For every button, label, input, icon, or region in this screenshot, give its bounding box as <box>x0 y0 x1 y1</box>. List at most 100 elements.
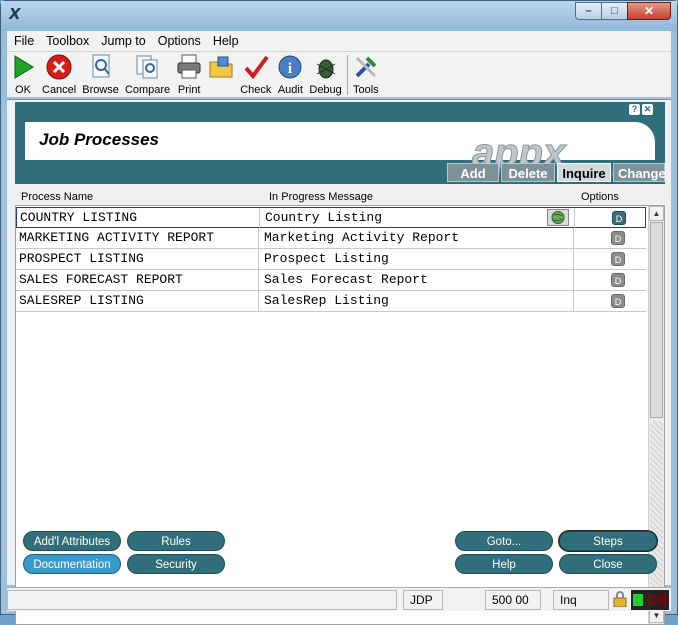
header-message: In Progress Message <box>269 191 373 203</box>
close-icon[interactable]: ✕ <box>642 104 653 115</box>
audit-label: Audit <box>277 84 303 96</box>
message-cell[interactable]: Country Listing <box>265 208 575 228</box>
mode-inquire[interactable]: Inquire <box>557 163 611 182</box>
table-row[interactable]: COUNTRY LISTING Country Listing D <box>16 207 646 228</box>
ok-button[interactable]: OK <box>7 52 39 96</box>
rules-button[interactable]: Rules <box>127 531 225 551</box>
debug-label: Debug <box>309 84 342 96</box>
menu-jump-to[interactable]: Jump to <box>95 34 151 48</box>
tools-button[interactable]: Tools <box>350 52 382 96</box>
globe-icon[interactable] <box>547 209 569 226</box>
audit-button[interactable]: i Audit <box>274 52 306 96</box>
message-cell[interactable]: Sales Forecast Report <box>264 270 574 290</box>
status-lights <box>631 590 669 610</box>
options-cell: D <box>576 249 646 269</box>
mode-delete[interactable]: Delete <box>501 163 555 182</box>
options-cell: D <box>576 291 646 311</box>
print-icon <box>176 54 202 80</box>
process-name-cell[interactable]: SALES FORECAST REPORT <box>19 270 259 290</box>
column-headers: Process Name In Progress Message Options <box>15 191 665 205</box>
option-d-button[interactable]: D <box>611 252 625 266</box>
security-button[interactable]: Security <box>127 554 225 574</box>
menu-help[interactable]: Help <box>207 34 245 48</box>
header-options: Options <box>581 191 619 203</box>
mode-change[interactable]: Change <box>613 163 666 182</box>
title-panel: Job Processes appx SOFTWARE <box>25 122 655 178</box>
app-window: X – □ ✕ File Toolbox Jump to Options Hel… <box>0 0 678 625</box>
svg-text:i: i <box>288 61 292 77</box>
ok-label: OK <box>15 84 31 96</box>
tools-label: Tools <box>352 84 379 96</box>
cancel-button[interactable]: Cancel <box>39 52 79 96</box>
check-label: Check <box>240 84 272 96</box>
lock-icon <box>613 591 627 607</box>
print-label: Print <box>177 84 201 96</box>
message-cell[interactable]: Marketing Activity Report <box>264 228 574 248</box>
close-window-button[interactable]: ✕ <box>627 2 671 20</box>
debug-icon <box>313 54 339 80</box>
option-d-button[interactable]: D <box>611 273 625 287</box>
table-row[interactable]: SALES FORECAST REPORT Sales Forecast Rep… <box>16 270 646 291</box>
folder-icon <box>208 54 234 80</box>
process-name-cell[interactable]: COUNTRY LISTING <box>20 208 260 228</box>
table-row[interactable]: PROSPECT LISTING Prospect Listing D <box>16 249 646 270</box>
header-process-name: Process Name <box>21 191 94 203</box>
option-d-button[interactable]: D <box>612 211 626 225</box>
menu-toolbox[interactable]: Toolbox <box>40 34 95 48</box>
process-name-cell[interactable]: PROSPECT LISTING <box>19 249 259 269</box>
options-cell: D <box>576 228 646 248</box>
print-button[interactable]: Print <box>173 52 205 96</box>
browse-label: Browse <box>82 84 119 96</box>
table-row[interactable]: MARKETING ACTIVITY REPORT Marketing Acti… <box>16 228 646 249</box>
status-message <box>7 590 397 610</box>
option-d-button[interactable]: D <box>611 294 625 308</box>
options-cell: D <box>577 208 647 228</box>
menu-file[interactable]: File <box>7 34 40 48</box>
scroll-thumb[interactable] <box>650 222 663 418</box>
header-banner: ? ✕ Job Processes appx SOFTWARE Add Dele… <box>15 102 666 184</box>
help-button[interactable]: Help <box>455 554 553 574</box>
folder-button[interactable] <box>205 52 237 96</box>
help-icon[interactable]: ? <box>629 104 640 115</box>
check-button[interactable]: Check <box>237 52 274 96</box>
maximize-button[interactable]: □ <box>601 2 627 20</box>
option-d-button[interactable]: D <box>611 231 625 245</box>
minimize-button[interactable]: – <box>575 2 601 20</box>
page-title: Job Processes <box>39 130 160 149</box>
process-name-cell[interactable]: SALESREP LISTING <box>19 291 259 311</box>
steps-button[interactable]: Steps <box>559 531 657 551</box>
menu-bar: File Toolbox Jump to Options Help <box>7 31 671 52</box>
check-icon <box>243 54 269 80</box>
content-area: ? ✕ Job Processes appx SOFTWARE Add Dele… <box>7 99 671 625</box>
title-bar: X – □ ✕ <box>1 1 677 31</box>
status-bar: JDP 500 00 Inq <box>7 587 671 611</box>
audit-icon: i <box>277 54 303 80</box>
table-row[interactable]: SALESREP LISTING SalesRep Listing D <box>16 291 646 312</box>
mode-add[interactable]: Add <box>447 163 499 182</box>
documentation-button[interactable]: Documentation <box>23 554 121 574</box>
browse-button[interactable]: Browse <box>79 52 122 96</box>
compare-label: Compare <box>124 84 171 96</box>
scroll-track[interactable] <box>650 421 663 606</box>
compare-icon <box>135 54 161 80</box>
title-underline <box>25 166 460 168</box>
message-cell[interactable]: Prospect Listing <box>264 249 574 269</box>
cancel-label: Cancel <box>42 84 77 96</box>
ok-icon <box>10 54 36 80</box>
compare-button[interactable]: Compare <box>122 52 173 96</box>
browse-icon <box>88 54 114 80</box>
traffic-light-icon <box>633 594 667 606</box>
tools-icon <box>353 54 379 80</box>
toolbar-separator <box>346 55 348 95</box>
mode-tabs: Add Delete Inquire Change <box>447 163 666 182</box>
addl-attributes-button[interactable]: Add'l Attributes <box>23 531 121 551</box>
message-cell[interactable]: SalesRep Listing <box>264 291 574 311</box>
toolbar: OK Cancel Browse Compare Print Check i A… <box>7 52 671 98</box>
close-button[interactable]: Close <box>559 554 657 574</box>
goto-button[interactable]: Goto... <box>455 531 553 551</box>
process-name-cell[interactable]: MARKETING ACTIVITY REPORT <box>19 228 259 248</box>
menu-options[interactable]: Options <box>152 34 207 48</box>
debug-button[interactable]: Debug <box>306 52 344 96</box>
cancel-icon <box>46 54 72 80</box>
scroll-up-arrow[interactable]: ▲ <box>649 206 664 221</box>
